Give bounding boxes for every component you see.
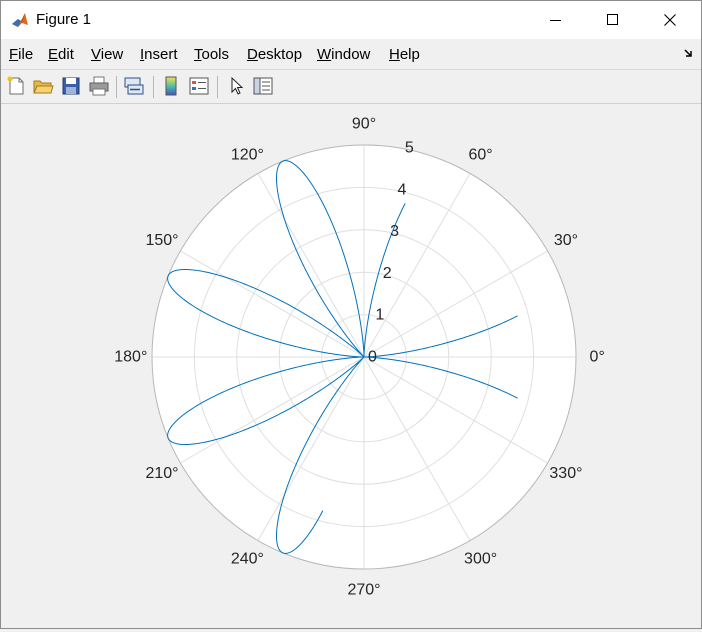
theta-tick-label: 90° [352, 115, 376, 132]
menu-window[interactable]: Window [317, 46, 370, 63]
theta-tick-label: 150° [145, 232, 178, 249]
r-tick-label: 0 [368, 349, 377, 366]
maximize-icon [607, 14, 618, 25]
print-icon[interactable] [88, 75, 110, 97]
r-tick-label: 5 [405, 140, 414, 157]
theta-tick-label: 60° [468, 147, 492, 164]
minimize-button[interactable] [533, 1, 579, 39]
menu-insert[interactable]: Insert [140, 46, 178, 63]
theta-tick-label: 330° [549, 465, 582, 482]
theta-tick-label: 180° [114, 349, 147, 366]
toolbar-separator [153, 76, 154, 98]
r-tick-label: 4 [397, 181, 406, 198]
menu-bar: File Edit View Insert Tools Desktop Wind… [1, 39, 701, 69]
colorbar-icon[interactable] [160, 75, 182, 97]
menu-view[interactable]: View [91, 46, 123, 63]
theta-tick-label: 120° [231, 147, 264, 164]
close-icon [664, 14, 676, 26]
theta-tick-label: 240° [231, 550, 264, 567]
minimize-icon [550, 20, 561, 21]
toolbar-separator [217, 76, 218, 98]
menu-desktop[interactable]: Desktop [247, 46, 302, 63]
figure-window: Figure 1 File Edit View Insert Tools Des… [0, 0, 702, 629]
menu-tools[interactable]: Tools [194, 46, 229, 63]
theta-tick-label: 300° [464, 550, 497, 567]
r-tick-label: 3 [390, 223, 399, 240]
dock-arrow-icon[interactable] [683, 47, 695, 59]
matlab-logo-icon [10, 10, 30, 30]
menu-file[interactable]: File [9, 46, 33, 63]
theta-tick-label: 210° [145, 465, 178, 482]
figure-toolbar [1, 69, 701, 104]
plot-area[interactable]: 0° 30° 60° 90° 120° 150° 180° 210° 240° 270° 300° 3… [1, 103, 701, 632]
polar-axes[interactable]: 0° 30° 60° 90° 120° 150° 180° 210° 240° 270° 300° 3… [1, 103, 701, 627]
window-title: Figure 1 [36, 11, 92, 28]
r-tick-label: 2 [383, 265, 392, 282]
maximize-button[interactable] [590, 1, 636, 39]
menu-edit[interactable]: Edit [48, 46, 74, 63]
toolbar-separator [116, 76, 117, 98]
menu-help[interactable]: Help [389, 46, 420, 63]
open-file-icon[interactable] [32, 75, 54, 97]
save-icon[interactable] [60, 75, 82, 97]
title-bar: Figure 1 [1, 1, 701, 39]
property-inspector-icon[interactable] [252, 75, 274, 97]
close-button[interactable] [647, 1, 693, 39]
link-plot-icon[interactable] [123, 75, 145, 97]
theta-tick-label: 270° [347, 582, 380, 599]
theta-tick-label: 0° [590, 349, 605, 366]
legend-icon[interactable] [188, 75, 210, 97]
r-tick-label: 1 [375, 307, 384, 324]
pointer-icon[interactable] [225, 75, 247, 97]
theta-tick-label: 30° [554, 232, 578, 249]
new-figure-icon[interactable] [5, 75, 27, 97]
